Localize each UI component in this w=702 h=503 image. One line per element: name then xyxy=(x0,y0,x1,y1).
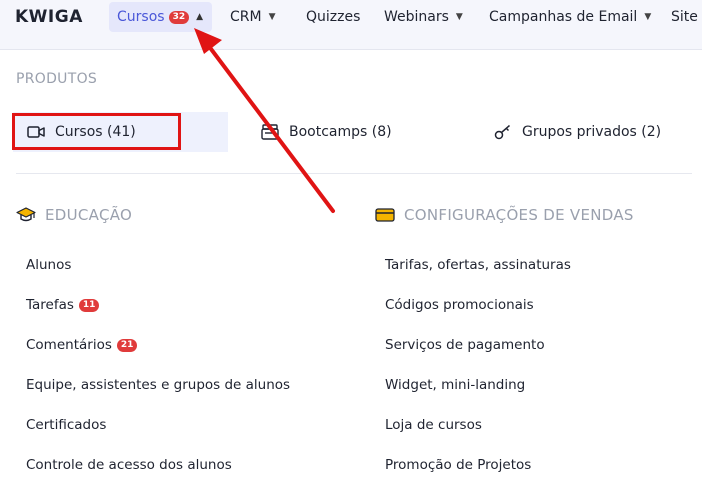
link-codigos-promocionais[interactable]: Códigos promocionais xyxy=(385,297,534,313)
link-equipe[interactable]: Equipe, assistentes e grupos de alunos xyxy=(26,377,290,393)
link-promocao-de-projetos[interactable]: Promoção de Projetos xyxy=(385,457,531,473)
nav-crm-label: CRM xyxy=(230,9,262,25)
group-title-configuracoes-de-vendas: CONFIGURAÇÕES DE VENDAS xyxy=(375,206,634,224)
comentarios-count-badge: 21 xyxy=(116,338,138,352)
link-promocao-label: Promoção de Projetos xyxy=(385,457,532,473)
link-certificados-label: Certificados xyxy=(26,417,107,433)
menu-divider xyxy=(16,173,692,174)
link-alunos[interactable]: Alunos xyxy=(26,257,71,273)
nav-quizzes-label: Quizzes xyxy=(306,9,361,25)
link-tarifas[interactable]: Tarifas, ofertas, assinaturas xyxy=(385,257,571,273)
link-comentarios[interactable]: Comentários 21 xyxy=(26,337,138,353)
link-controle-de-acesso[interactable]: Controle de acesso dos alunos xyxy=(26,457,232,473)
chevron-down-icon: ▼ xyxy=(644,12,652,22)
nav-cursos-badge: 32 xyxy=(168,10,190,24)
nav-webinars-label: Webinars xyxy=(384,9,449,25)
link-loja-de-cursos[interactable]: Loja de cursos xyxy=(385,417,482,433)
nav-campanhas-label: Campanhas de Email xyxy=(489,9,638,25)
chevron-down-icon: ▼ xyxy=(455,12,463,22)
link-tarifas-label: Tarifas, ofertas, assinaturas xyxy=(385,257,571,273)
link-comentarios-label: Comentários xyxy=(26,337,112,353)
nav-campanhas-de-email[interactable]: Campanhas de Email ▼ xyxy=(489,2,651,32)
group-title-educacao-label: EDUCAÇÃO xyxy=(45,206,133,224)
tarefas-count-badge: 11 xyxy=(78,298,100,312)
chevron-up-icon: ▲ xyxy=(196,12,204,22)
link-tarefas-label: Tarefas xyxy=(26,297,74,313)
product-bootcamps-label: Bootcamps (8) xyxy=(289,124,392,140)
graduation-cap-icon xyxy=(16,207,36,222)
link-alunos-label: Alunos xyxy=(26,257,72,273)
group-title-vendas-label: CONFIGURAÇÕES DE VENDAS xyxy=(404,206,634,224)
nav-site-label: Site xyxy=(671,9,698,25)
link-widget-label: Widget, mini-landing xyxy=(385,377,526,393)
link-widget[interactable]: Widget, mini-landing xyxy=(385,377,525,393)
nav-crm[interactable]: CRM ▼ xyxy=(230,2,276,32)
link-tarefas[interactable]: Tarefas 11 xyxy=(26,297,100,313)
credit-card-icon xyxy=(375,208,395,222)
link-codigos-label: Códigos promocionais xyxy=(385,297,534,313)
annotation-highlight-box xyxy=(12,113,181,150)
product-grupos-label: Grupos privados (2) xyxy=(522,124,662,140)
link-loja-label: Loja de cursos xyxy=(385,417,482,433)
chevron-down-icon: ▼ xyxy=(268,12,276,22)
link-controle-label: Controle de acesso dos alunos xyxy=(26,457,232,473)
nav-cursos-label: Cursos xyxy=(117,9,165,25)
key-icon xyxy=(494,124,510,140)
section-title-produtos: PRODUTOS xyxy=(16,71,98,87)
group-title-educacao: EDUCAÇÃO xyxy=(16,206,132,224)
link-equipe-label: Equipe, assistentes e grupos de alunos xyxy=(26,377,291,393)
nav-quizzes[interactable]: Quizzes xyxy=(306,2,360,32)
product-grupos-privados[interactable]: Grupos privados (2) xyxy=(494,112,661,152)
kwiga-logo[interactable]: KWIGA xyxy=(15,6,83,28)
nav-cursos[interactable]: Cursos 32 ▲ xyxy=(109,2,212,32)
nav-site[interactable]: Site xyxy=(671,2,698,32)
link-servicos-label: Serviços de pagamento xyxy=(385,337,545,353)
link-certificados[interactable]: Certificados xyxy=(26,417,106,433)
bootcamp-icon xyxy=(261,124,279,140)
nav-webinars[interactable]: Webinars ▼ xyxy=(384,2,463,32)
top-navigation-bar: KWIGA Cursos 32 ▲ CRM ▼ Quizzes Webinars… xyxy=(0,0,702,50)
link-servicos-de-pagamento[interactable]: Serviços de pagamento xyxy=(385,337,545,353)
product-bootcamps[interactable]: Bootcamps (8) xyxy=(261,112,392,152)
